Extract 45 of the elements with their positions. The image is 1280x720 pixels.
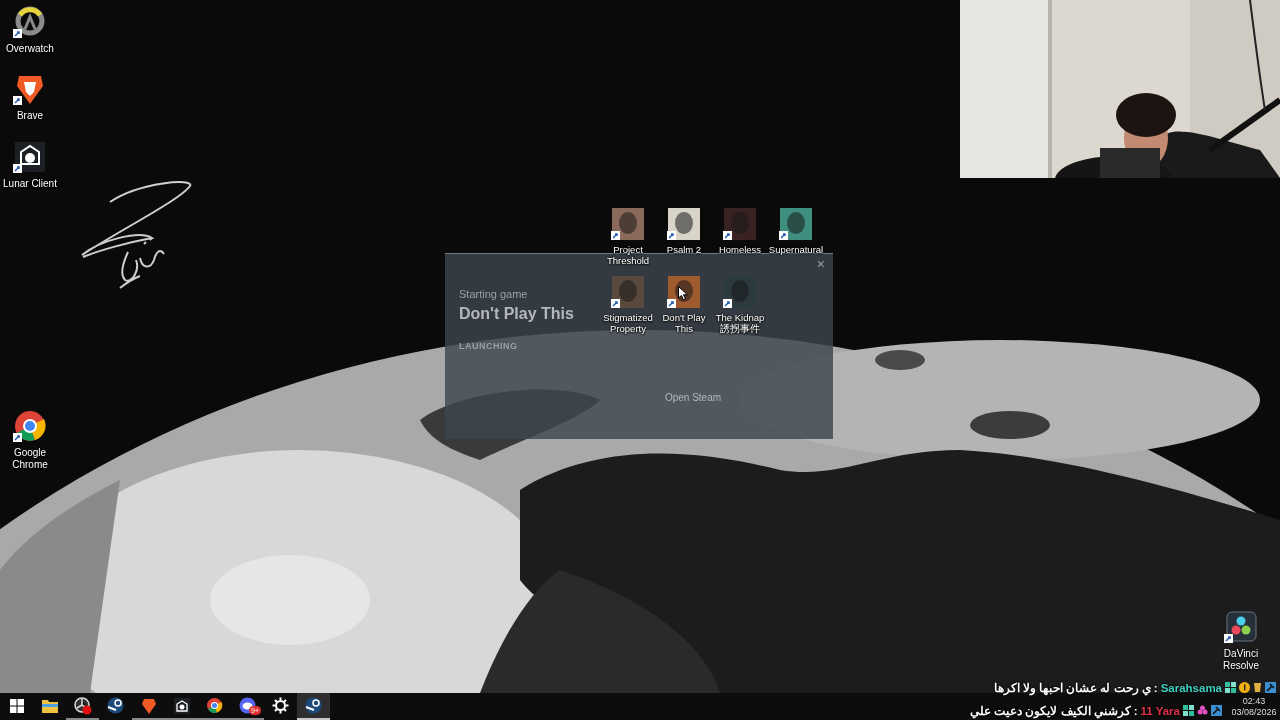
chat-separator: : [1133,704,1138,717]
taskbar-button[interactable] [297,693,330,720]
gear-icon [272,697,289,714]
pixel-badge-icon [1225,682,1236,693]
flower-badge-icon [1197,705,1208,716]
clock-date: 03/08/2026 [1231,706,1277,718]
desktop-shortcut[interactable]: DaVinci Resolve [1205,610,1277,671]
desktop-shortcut[interactable]: Project Threshold [600,207,656,267]
ring-icon [13,5,47,39]
shield-icon [141,697,156,714]
desktop-shortcut[interactable]: Lunar Client [0,140,60,190]
segmented-circle-icon [13,409,47,443]
cup-badge-icon [1253,682,1262,693]
steam-icon [107,697,124,714]
record-icon [73,696,92,715]
desktop-shortcut[interactable]: Psalm 2 [656,207,712,256]
close-button[interactable]: × [814,256,827,272]
desktop-shortcut[interactable]: Homeless [712,207,768,256]
status-text: Starting game [459,288,528,300]
desktop-shortcut[interactable]: Overwatch [0,5,60,55]
moon-icon [13,140,47,174]
coin-badge-icon [1239,682,1250,693]
desktop-shortcut[interactable]: Don't Play This [656,275,712,335]
steam-icon [305,697,322,714]
chat-username: 11 Yara [1140,704,1180,717]
phase-label: LAUNCHING [459,341,518,351]
chat-message: ي رحت له عشان احبها ولا اكرها [993,680,1151,695]
desktop-shortcut[interactable]: Brave [0,72,60,122]
desktop-shortcut[interactable]: The Kidnap 誘拐事件 [712,275,768,335]
windows-icon [9,698,24,713]
cursor-icon [678,286,688,301]
folder-icon [41,698,58,713]
desktop-shortcut[interactable]: Google Chrome [0,409,60,470]
pixel-badge-icon [1183,705,1194,716]
clock-time: 02:43 [1242,695,1266,707]
game-title: Don't Play This [459,305,574,323]
chat-username: Sarahsama [1160,681,1222,694]
chat-separator: : [1153,681,1158,694]
three-dots-icon [1224,610,1258,644]
chat-message: كرشني الكيف لايكون دعيت علي [969,703,1131,718]
desktop-shortcut[interactable]: Stigmatized Property [600,275,656,335]
hammer-badge-icon [1211,705,1222,716]
desktop-shortcut[interactable]: Supernatural [768,207,824,256]
moon-icon [173,697,190,714]
segmented-circle-icon [206,697,223,714]
